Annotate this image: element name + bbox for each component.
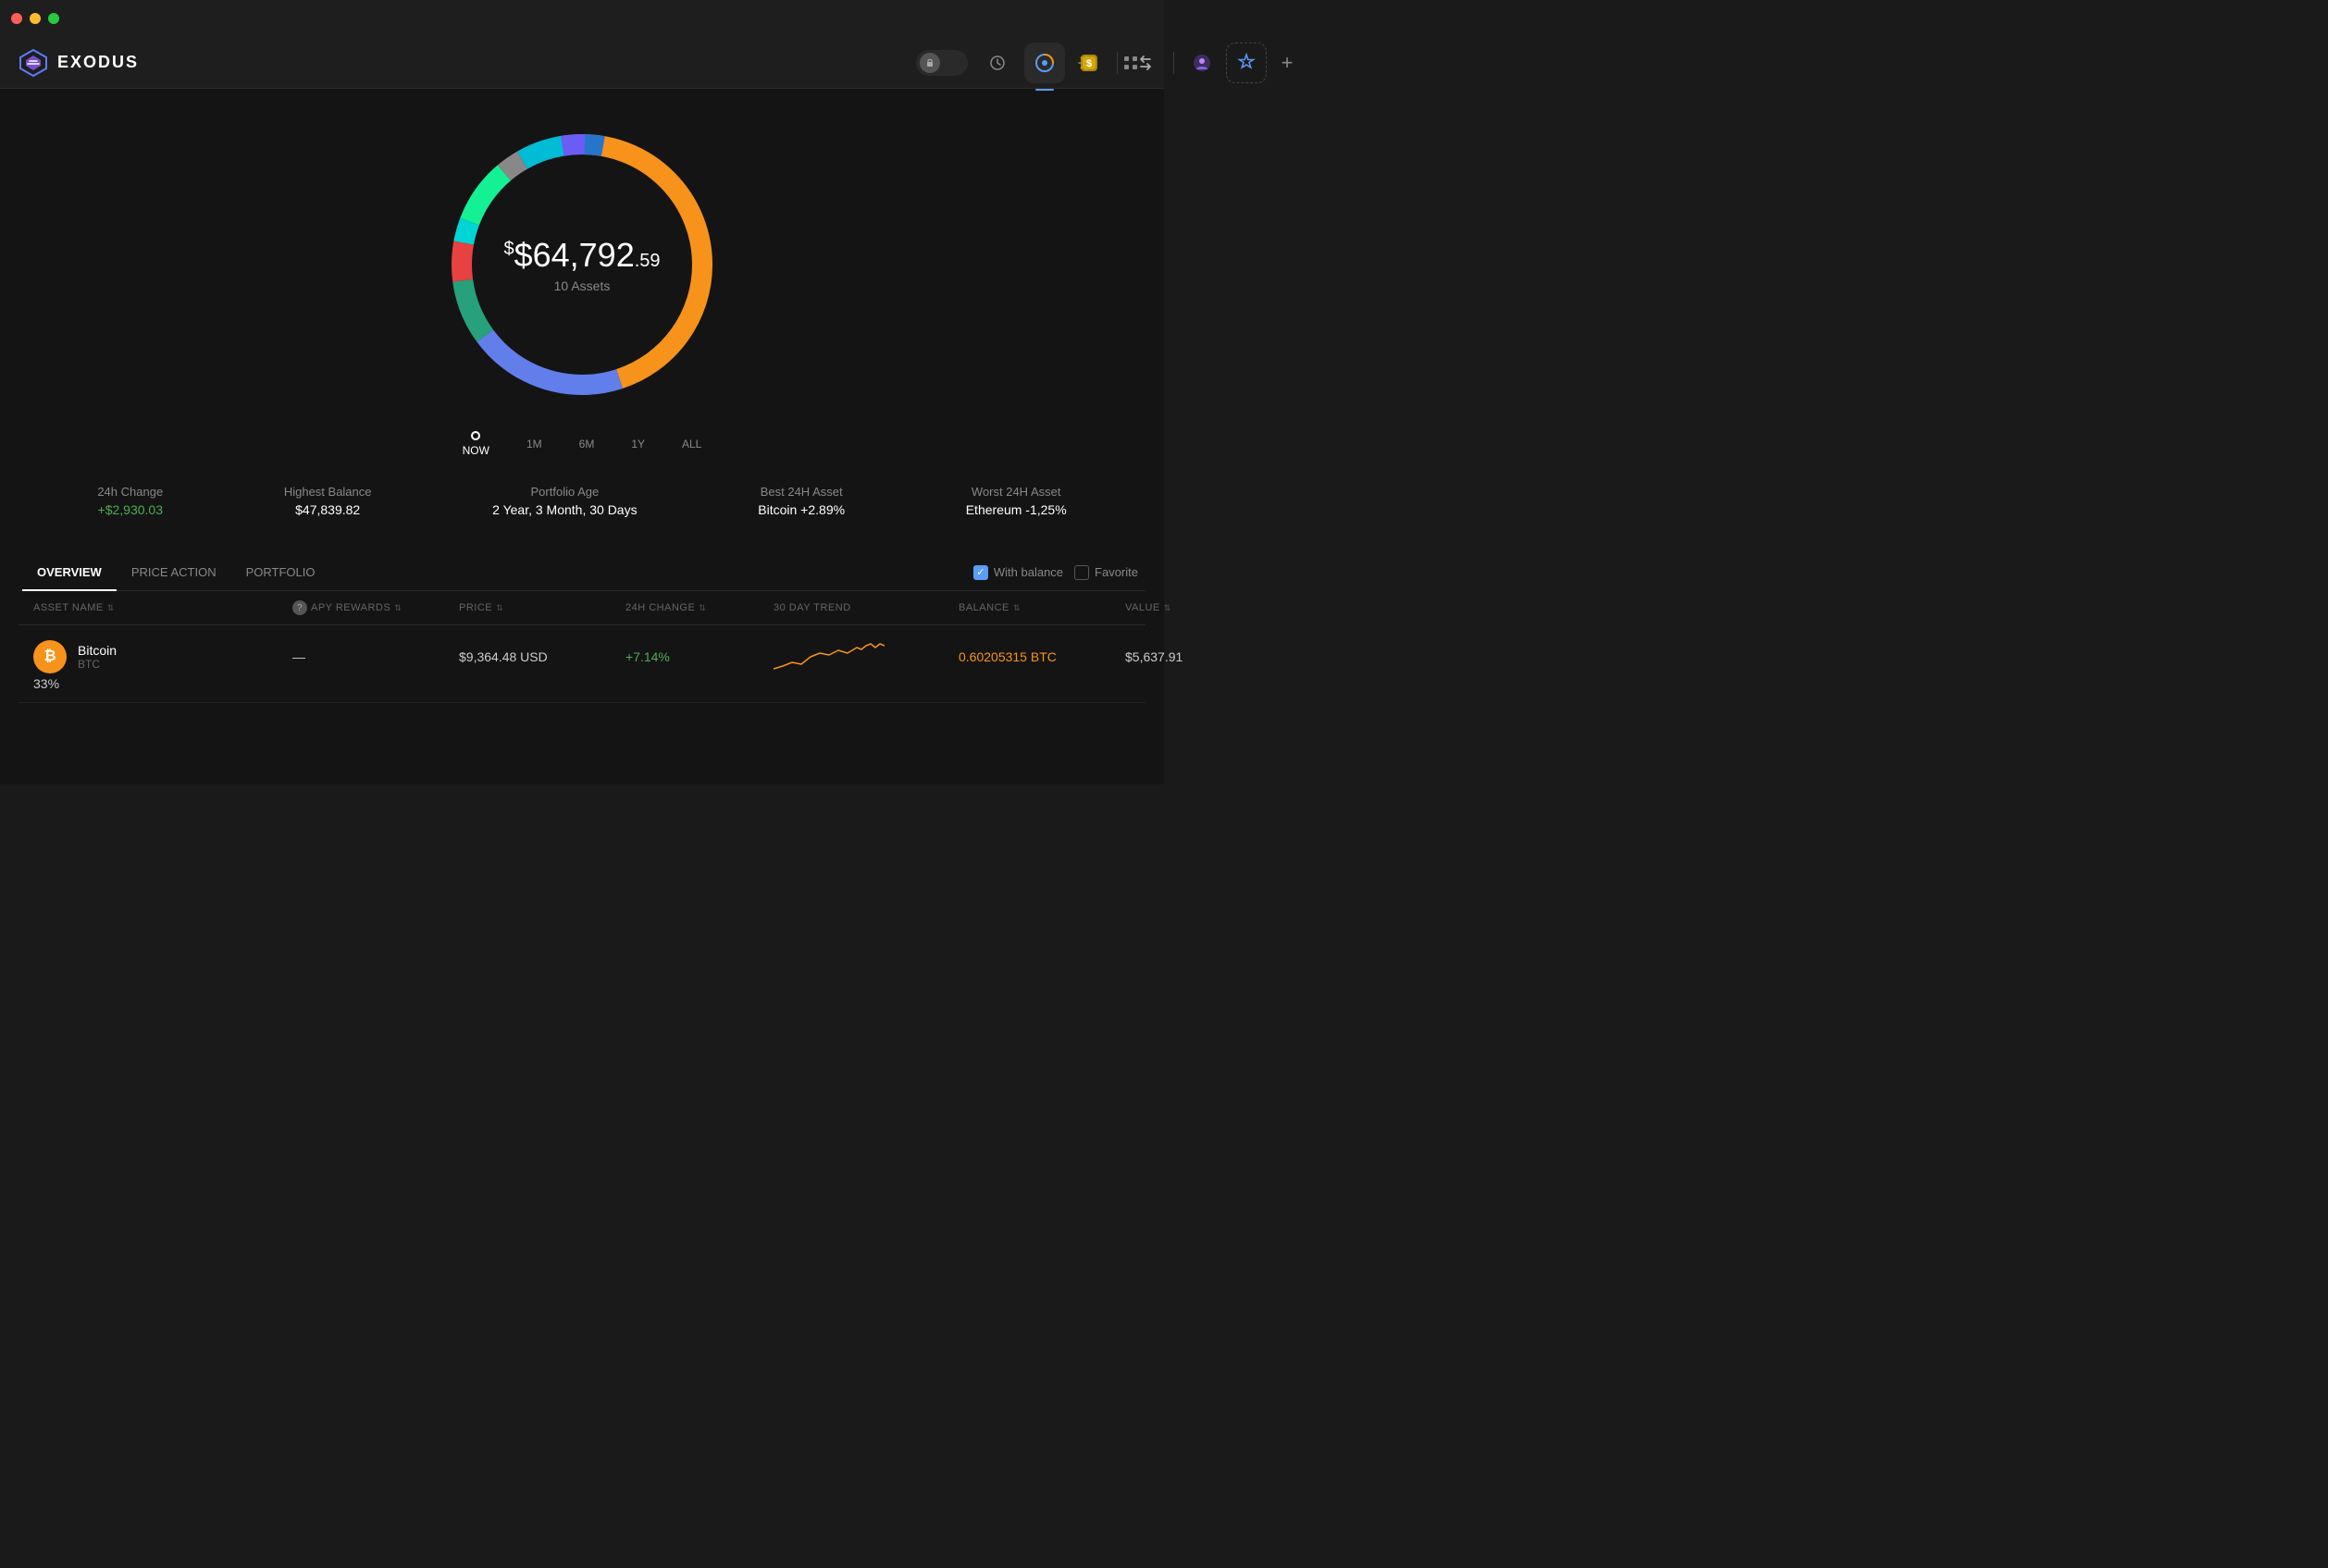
table-row[interactable]: ₿ Bitcoin BTC — $9,364.48 USD +7.14% 0.6… bbox=[19, 625, 1145, 703]
btc-change: +7.14% bbox=[625, 649, 774, 664]
timeline-label-6m[interactable]: 6M bbox=[579, 438, 595, 451]
stat-best-asset-value: Bitcoin +2.89% bbox=[758, 502, 845, 517]
title-bar bbox=[0, 0, 1164, 37]
chart-section: $$64,792.59 10 Assets NOW 1M 6M 1Y ALL 2… bbox=[0, 89, 1164, 554]
filter-with-balance-label: With balance bbox=[994, 565, 1063, 579]
btc-portfolio: 33% bbox=[33, 676, 292, 691]
sort-value-icon: ⇅ bbox=[1164, 603, 1171, 613]
sort-asset-name-icon: ⇅ bbox=[107, 603, 115, 613]
table-tab-row: OVERVIEW PRICE ACTION PORTFOLIO ✓ With b… bbox=[19, 554, 1145, 591]
filter-with-balance-checkbox[interactable]: ✓ bbox=[973, 565, 988, 580]
nav-tabs: $ + bbox=[1024, 43, 1304, 83]
stat-best-asset-label: Best 24H Asset bbox=[758, 485, 845, 499]
nav-tab-exchange[interactable]: $ bbox=[1069, 43, 1109, 83]
timeline-label-now: NOW bbox=[463, 444, 489, 457]
stat-24h-change: 24h Change +$2,930.03 bbox=[97, 485, 163, 517]
logo: EXODUS bbox=[19, 48, 139, 78]
timeline-dot-now bbox=[471, 431, 480, 440]
timeline-label-1y[interactable]: 1Y bbox=[631, 438, 645, 451]
filter-favorite-label: Favorite bbox=[1095, 565, 1138, 579]
sort-balance-icon: ⇅ bbox=[1013, 603, 1021, 613]
donut-center: $$64,792.59 10 Assets bbox=[503, 236, 660, 293]
stat-highest-balance-label: Highest Balance bbox=[284, 485, 372, 499]
main-content: $$64,792.59 10 Assets NOW 1M 6M 1Y ALL 2… bbox=[0, 89, 1164, 784]
history-icon[interactable] bbox=[983, 48, 1012, 78]
stat-24h-change-label: 24h Change bbox=[97, 485, 163, 499]
tab-price-action[interactable]: PRICE ACTION bbox=[117, 554, 231, 590]
stat-24h-change-value: +$2,930.03 bbox=[97, 502, 163, 517]
btc-value: $5,637.91 bbox=[1125, 649, 1273, 664]
portfolio-total-value: $$64,792.59 bbox=[503, 236, 660, 275]
nav-tab-nft[interactable] bbox=[1182, 43, 1222, 83]
stat-portfolio-age-value: 2 Year, 3 Month, 30 Days bbox=[492, 502, 637, 517]
tab-overview[interactable]: OVERVIEW bbox=[22, 554, 117, 590]
asset-info-btc: ₿ Bitcoin BTC bbox=[33, 640, 292, 673]
stat-worst-asset-label: Worst 24H Asset bbox=[966, 485, 1067, 499]
traffic-light-yellow[interactable] bbox=[30, 13, 41, 24]
th-asset-name[interactable]: ASSET NAME ⇅ bbox=[33, 600, 292, 615]
stat-portfolio-age: Portfolio Age 2 Year, 3 Month, 30 Days bbox=[492, 485, 637, 517]
filter-with-balance[interactable]: ✓ With balance bbox=[973, 565, 1063, 580]
sort-24h-icon: ⇅ bbox=[699, 603, 706, 613]
th-30day-trend: 30 DAY TREND bbox=[774, 600, 959, 615]
tab-portfolio[interactable]: PORTFOLIO bbox=[231, 554, 330, 590]
nav-tab-swap[interactable] bbox=[1125, 43, 1166, 83]
lock-toggle[interactable] bbox=[916, 50, 968, 76]
main-header: EXODUS $ bbox=[0, 37, 1164, 89]
th-price[interactable]: PRICE ⇅ bbox=[459, 600, 625, 615]
traffic-light-green[interactable] bbox=[48, 13, 59, 24]
stat-worst-asset: Worst 24H Asset Ethereum -1,25% bbox=[966, 485, 1067, 517]
sort-price-icon: ⇅ bbox=[496, 603, 503, 613]
timeline-label-all[interactable]: ALL bbox=[682, 438, 701, 451]
btc-price: $9,364.48 USD bbox=[459, 649, 625, 664]
btc-ticker: BTC bbox=[78, 658, 117, 671]
apy-info-icon[interactable]: ? bbox=[292, 600, 307, 615]
th-apy-rewards[interactable]: ? APY REWARDS ⇅ bbox=[292, 600, 459, 615]
nav-divider-1 bbox=[1117, 52, 1118, 74]
timeline: NOW 1M 6M 1Y ALL bbox=[463, 431, 702, 457]
btc-balance: 0.60205315 BTC bbox=[959, 649, 1125, 664]
filter-favorite-checkbox[interactable] bbox=[1074, 565, 1089, 580]
th-balance[interactable]: BALANCE ⇅ bbox=[959, 600, 1125, 615]
btc-apy: — bbox=[292, 649, 459, 664]
active-indicator bbox=[1035, 89, 1054, 91]
th-24h-change[interactable]: 24H CHANGE ⇅ bbox=[625, 600, 774, 615]
filter-favorite[interactable]: Favorite bbox=[1074, 565, 1138, 580]
stats-row: 24h Change +$2,930.03 Highest Balance $4… bbox=[0, 466, 1164, 536]
nav-tab-earn[interactable] bbox=[1226, 43, 1267, 83]
th-value[interactable]: VALUE ⇅ bbox=[1125, 600, 1273, 615]
nav-tab-add[interactable]: + bbox=[1270, 46, 1304, 80]
portfolio-assets-count: 10 Assets bbox=[503, 278, 660, 293]
stat-highest-balance-value: $47,839.82 bbox=[284, 502, 372, 517]
svg-text:$: $ bbox=[1086, 58, 1092, 69]
stat-highest-balance: Highest Balance $47,839.82 bbox=[284, 485, 372, 517]
lock-knob bbox=[920, 53, 940, 73]
btc-name: Bitcoin bbox=[78, 643, 117, 658]
stat-best-asset: Best 24H Asset Bitcoin +2.89% bbox=[758, 485, 845, 517]
stat-portfolio-age-label: Portfolio Age bbox=[492, 485, 637, 499]
sort-apy-icon: ⇅ bbox=[394, 603, 402, 613]
btc-sparkline bbox=[774, 636, 885, 673]
btc-trend bbox=[774, 636, 959, 676]
table-section: OVERVIEW PRICE ACTION PORTFOLIO ✓ With b… bbox=[0, 554, 1164, 703]
stat-worst-asset-value: Ethereum -1,25% bbox=[966, 502, 1067, 517]
btc-icon: ₿ bbox=[33, 640, 67, 673]
exodus-logo-icon bbox=[19, 48, 48, 78]
nav-tab-portfolio[interactable] bbox=[1024, 43, 1065, 83]
traffic-light-red[interactable] bbox=[11, 13, 22, 24]
donut-chart: $$64,792.59 10 Assets bbox=[434, 117, 730, 413]
timeline-label-1m[interactable]: 1M bbox=[526, 438, 542, 451]
timeline-now[interactable]: NOW bbox=[463, 431, 489, 457]
tab-filters: ✓ With balance Favorite bbox=[973, 565, 1145, 580]
btc-name-group: Bitcoin BTC bbox=[78, 643, 117, 671]
table-header: ASSET NAME ⇅ ? APY REWARDS ⇅ PRICE ⇅ 24H… bbox=[19, 591, 1145, 625]
logo-text: EXODUS bbox=[57, 53, 139, 72]
nav-divider-2 bbox=[1173, 52, 1174, 74]
